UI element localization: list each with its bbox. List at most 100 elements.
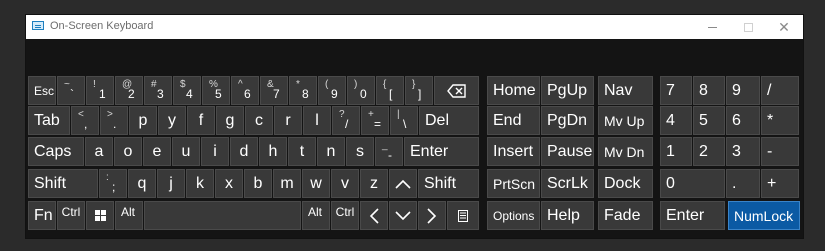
key-num3[interactable]: 3 [726, 137, 760, 166]
key-left-bracket[interactable]: {[ [376, 76, 404, 105]
key-dock[interactable]: Dock [598, 169, 653, 198]
key-numlock[interactable]: NumLock [728, 201, 800, 230]
key-num8[interactable]: 8 [693, 76, 725, 105]
key-enter[interactable]: Enter [404, 137, 479, 166]
key-mv-dn[interactable]: Mv Dn [598, 137, 653, 166]
key-left-arrow[interactable] [360, 201, 388, 230]
key-down-arrow[interactable] [389, 201, 417, 230]
key-shift-left[interactable]: Shift [28, 169, 98, 198]
key-shift-right[interactable]: Shift [418, 169, 479, 198]
key-i[interactable]: i [201, 137, 229, 166]
close-button[interactable]: ✕ [766, 15, 802, 39]
key-tab[interactable]: Tab [28, 106, 70, 135]
key-num4[interactable]: 4 [660, 106, 692, 135]
key-comma[interactable]: <, [71, 106, 99, 135]
key-2[interactable]: @2 [115, 76, 143, 105]
key-5[interactable]: % 5 [202, 76, 230, 105]
key-minus[interactable]: _ - [375, 137, 403, 166]
key-help[interactable]: Help [541, 201, 594, 230]
key-alt-left[interactable]: Alt [115, 201, 143, 230]
key-right-arrow[interactable] [418, 201, 446, 230]
key-insert[interactable]: Insert [487, 137, 540, 166]
key-num-subtract[interactable]: - [761, 137, 799, 166]
key-num6[interactable]: 6 [726, 106, 760, 135]
key-context-menu[interactable] [447, 201, 479, 230]
key-h[interactable]: h [259, 137, 287, 166]
key-l[interactable]: l [303, 106, 331, 135]
key-alt-right[interactable]: Alt [302, 201, 330, 230]
key-4[interactable]: $4 [173, 76, 201, 105]
key-num-add[interactable]: + [761, 169, 799, 198]
key-1[interactable]: ! 1 [86, 76, 114, 105]
key-n[interactable]: n [317, 137, 345, 166]
key-num5[interactable]: 5 [693, 106, 725, 135]
key-x[interactable]: x [215, 169, 243, 198]
key-a[interactable]: a [85, 137, 113, 166]
key-slash[interactable]: ? / [332, 106, 360, 135]
key-t[interactable]: t [288, 137, 316, 166]
key-end[interactable]: End [487, 106, 540, 135]
key-backspace[interactable] [434, 76, 479, 105]
key-c[interactable]: c [245, 106, 273, 135]
key-scrlk[interactable]: ScrLk [541, 169, 594, 198]
key-k[interactable]: k [186, 169, 214, 198]
key-d[interactable]: d [230, 137, 258, 166]
key-equals[interactable]: + = [361, 106, 389, 135]
title-bar[interactable]: On-Screen Keyboard ✕ [26, 15, 803, 39]
key-up-arrow[interactable] [389, 169, 417, 198]
key-9[interactable]: (9 [318, 76, 346, 105]
key-num-divide[interactable]: / [761, 76, 799, 105]
key-z[interactable]: z [360, 169, 388, 198]
key-num-enter[interactable]: Enter [660, 201, 725, 230]
key-pgup[interactable]: PgUp [541, 76, 594, 105]
key-q[interactable]: q [128, 169, 156, 198]
key-windows[interactable] [86, 201, 114, 230]
key-num7[interactable]: 7 [660, 76, 692, 105]
key-semicolon[interactable]: :; [99, 169, 127, 198]
key-6[interactable]: ^ 6 [231, 76, 259, 105]
key-s[interactable]: s [346, 137, 374, 166]
key-del[interactable]: Del [419, 106, 479, 135]
key-v[interactable]: v [331, 169, 359, 198]
key-j[interactable]: j [157, 169, 185, 198]
key-3[interactable]: #3 [144, 76, 172, 105]
key-b[interactable]: b [244, 169, 272, 198]
key-8[interactable]: * 8 [289, 76, 317, 105]
minimize-button[interactable] [694, 15, 730, 39]
key-nav[interactable]: Nav [598, 76, 653, 105]
key-caps[interactable]: Caps [28, 137, 84, 166]
key-f[interactable]: f [187, 106, 215, 135]
key-esc[interactable]: Esc [28, 76, 56, 105]
key-ctrl-right[interactable]: Ctrl [331, 201, 359, 230]
key-pgdn[interactable]: PgDn [541, 106, 594, 135]
key-mv-up[interactable]: Mv Up [598, 106, 653, 135]
key-g[interactable]: g [216, 106, 244, 135]
key-num9[interactable]: 9 [726, 76, 760, 105]
key-w[interactable]: w [302, 169, 330, 198]
key-pause[interactable]: Pause [541, 137, 594, 166]
key-right-bracket[interactable]: }] [405, 76, 433, 105]
maximize-button[interactable] [730, 15, 766, 39]
key-o[interactable]: o [114, 137, 142, 166]
key-0[interactable]: ) 0 [347, 76, 375, 105]
key-p[interactable]: p [129, 106, 157, 135]
key-prtscn[interactable]: PrtScn [487, 169, 540, 198]
key-y[interactable]: y [158, 106, 186, 135]
key-backtick[interactable]: ~ ` [57, 76, 85, 105]
key-u[interactable]: u [172, 137, 200, 166]
key-num-multiply[interactable]: * [761, 106, 799, 135]
key-backslash[interactable]: | \ [390, 106, 418, 135]
key-num-decimal[interactable]: . [726, 169, 760, 198]
key-space[interactable] [144, 201, 301, 230]
key-num0[interactable]: 0 [660, 169, 725, 198]
key-fn[interactable]: Fn [28, 201, 56, 230]
key-7[interactable]: & 7 [260, 76, 288, 105]
key-r[interactable]: r [274, 106, 302, 135]
key-e[interactable]: e [143, 137, 171, 166]
key-period[interactable]: >. [100, 106, 128, 135]
key-m[interactable]: m [273, 169, 301, 198]
key-ctrl-left[interactable]: Ctrl [57, 201, 85, 230]
key-num1[interactable]: 1 [660, 137, 692, 166]
key-home[interactable]: Home [487, 76, 540, 105]
key-num2[interactable]: 2 [693, 137, 725, 166]
